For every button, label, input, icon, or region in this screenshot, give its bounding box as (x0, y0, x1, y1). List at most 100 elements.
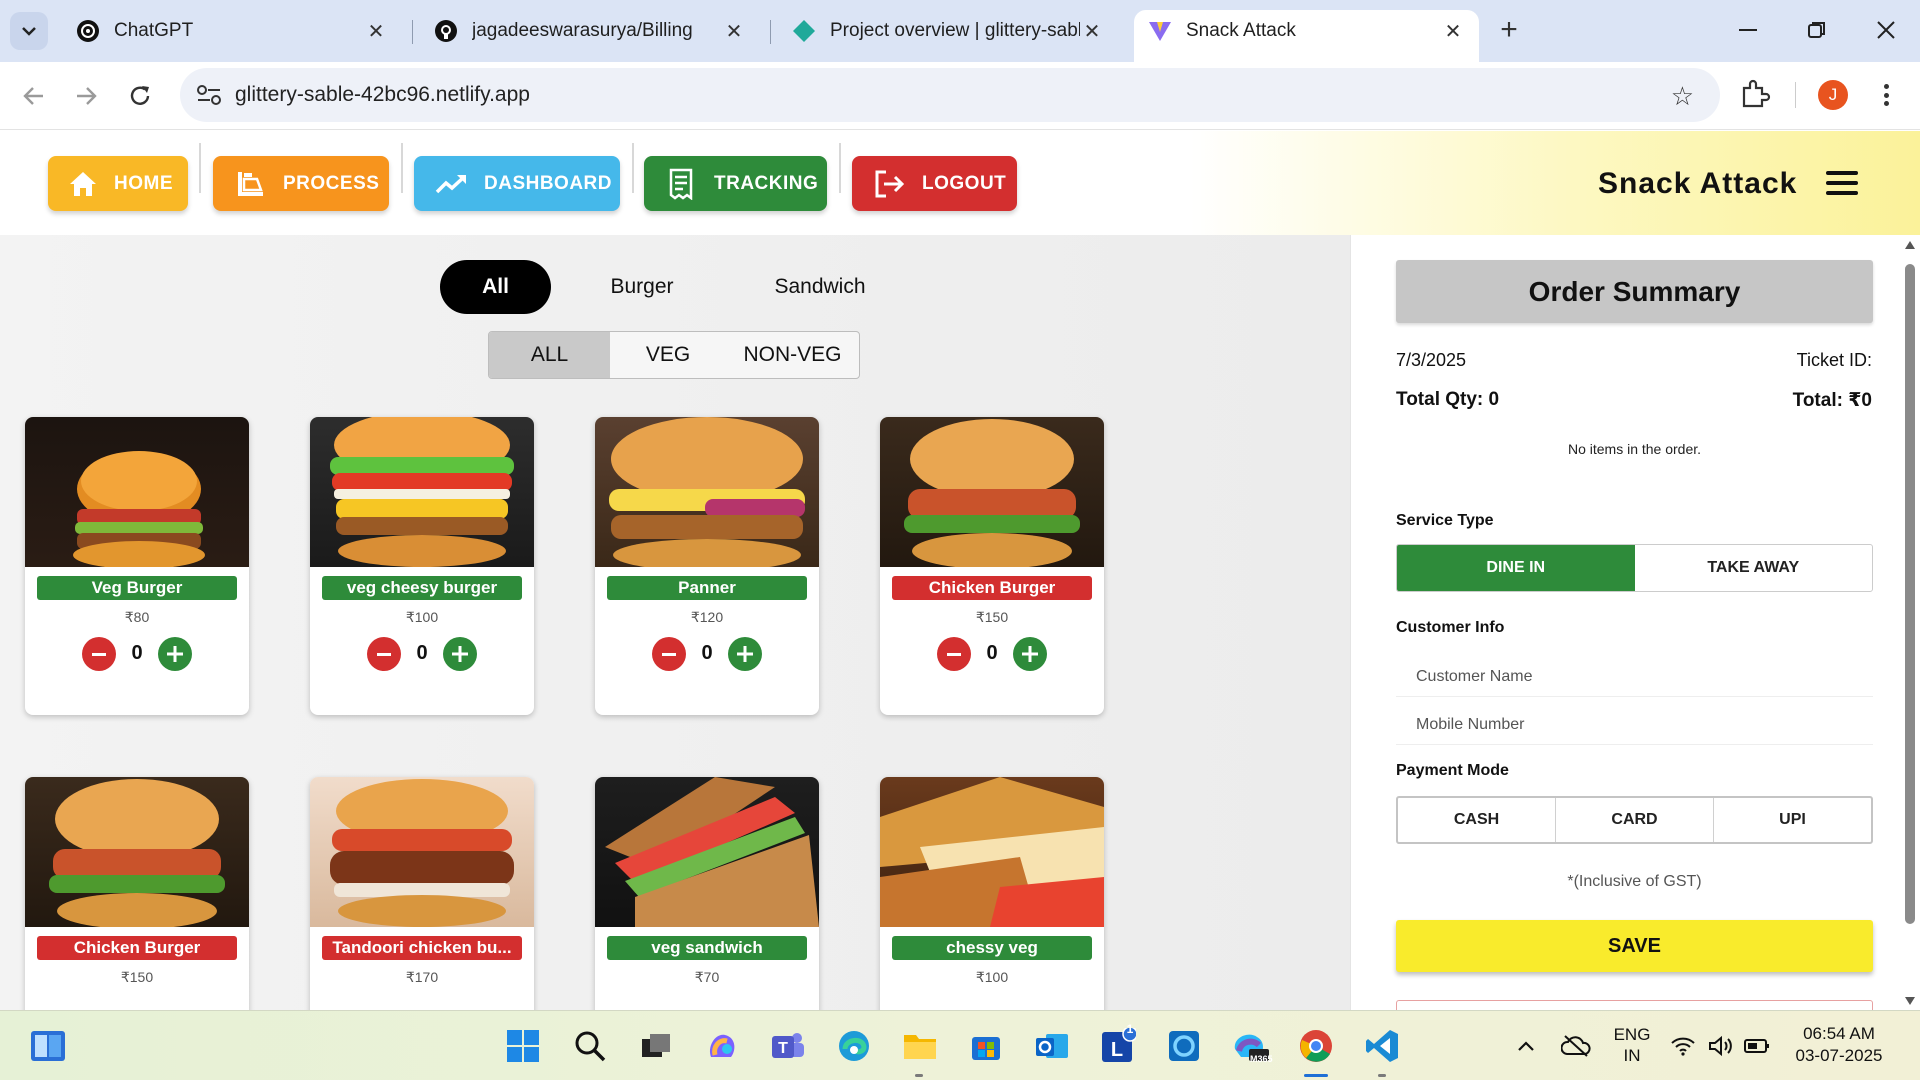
extensions-puzzle-icon[interactable] (1738, 78, 1772, 112)
close-tab-icon[interactable]: ✕ (364, 19, 388, 43)
decrease-quantity-button[interactable] (82, 637, 116, 671)
volume-icon[interactable] (1706, 1026, 1736, 1066)
plus-icon (737, 646, 753, 662)
payment-card-button[interactable]: CARD (1556, 798, 1714, 842)
mobile-number-input[interactable] (1396, 705, 1873, 745)
payment-cash-button[interactable]: CASH (1398, 798, 1556, 842)
tab-chatgpt[interactable]: ChatGPT ✕ (62, 10, 402, 52)
widgets-icon[interactable] (28, 1026, 68, 1066)
trending-up-icon (434, 167, 468, 201)
close-tab-icon[interactable]: ✕ (722, 19, 746, 43)
scroll-down-icon[interactable] (1904, 996, 1916, 1006)
menu-item-card[interactable]: veg cheesy burger ₹100 0 (310, 417, 534, 715)
category-tab-all[interactable]: All (440, 260, 551, 314)
chicken-burger-image (880, 417, 1104, 567)
decrease-quantity-button[interactable] (652, 637, 686, 671)
close-tab-icon[interactable]: ✕ (1441, 19, 1465, 43)
scrollbar-thumb[interactable] (1905, 264, 1915, 924)
search-icon[interactable] (570, 1026, 610, 1066)
clock[interactable]: 06:54 AM 03-07-2025 (1784, 1023, 1894, 1067)
menu-item-card[interactable]: Chicken Burger ₹150 (25, 777, 249, 1010)
input-language[interactable]: ENG IN (1610, 1024, 1654, 1066)
dine-in-button[interactable]: DINE IN (1397, 545, 1635, 591)
tab-github[interactable]: jagadeeswarasurya/Billing ✕ (420, 10, 760, 52)
app-header: HOME PROCESS DASHBOARD TRACKING LOGOUT S… (0, 131, 1920, 235)
increase-quantity-button[interactable] (443, 637, 477, 671)
start-windows-icon[interactable] (503, 1026, 543, 1066)
address-bar[interactable]: glittery-sable-42bc96.netlify.app ☆ (180, 68, 1720, 122)
partially-visible-button[interactable] (1396, 1000, 1873, 1010)
minus-icon (947, 652, 961, 656)
close-window-button[interactable] (1866, 12, 1906, 48)
scroll-up-icon[interactable] (1904, 240, 1916, 250)
category-tab-burger[interactable]: Burger (590, 260, 694, 314)
order-date: 7/3/2025 (1396, 350, 1467, 370)
payment-upi-button[interactable]: UPI (1714, 798, 1871, 842)
increase-quantity-button[interactable] (158, 637, 192, 671)
filter-nonveg-button[interactable]: NON-VEG (726, 332, 859, 378)
battery-icon[interactable] (1742, 1026, 1772, 1066)
nav-home-button[interactable]: HOME (48, 156, 188, 211)
take-away-button[interactable]: TAKE AWAY (1635, 545, 1873, 591)
menu-item-card[interactable]: Tandoori chicken bu... ₹170 (310, 777, 534, 1010)
wifi-icon[interactable] (1668, 1026, 1698, 1066)
reload-button[interactable] (122, 78, 158, 114)
tandoori-chicken-burger-image (310, 777, 534, 927)
url-text: glittery-sable-42bc96.netlify.app (235, 83, 530, 106)
restore-button[interactable] (1797, 12, 1837, 48)
menu-item-card[interactable]: Veg Burger ₹80 0 (25, 417, 249, 715)
category-tab-sandwich[interactable]: Sandwich (760, 260, 880, 314)
minus-icon (377, 652, 391, 656)
chrome-icon[interactable] (1296, 1026, 1336, 1066)
show-hidden-icons-chevron[interactable] (1506, 1026, 1546, 1066)
nav-tracking-button[interactable]: TRACKING (644, 156, 827, 211)
save-order-button[interactable]: SAVE (1396, 920, 1873, 972)
item-name: Veg Burger (37, 576, 237, 600)
cortana-app-icon[interactable] (1164, 1026, 1204, 1066)
bookmark-star-icon[interactable]: ☆ (1671, 81, 1694, 112)
browser-toolbar: glittery-sable-42bc96.netlify.app ☆ J (0, 62, 1920, 130)
vscode-icon[interactable] (1362, 1026, 1402, 1066)
item-price: ₹100 (405, 609, 439, 625)
empty-order-message: No items in the order. (1567, 441, 1702, 457)
site-settings-icon[interactable] (196, 83, 222, 107)
menu-item-card[interactable]: Panner ₹120 0 (595, 417, 819, 715)
increase-quantity-button[interactable] (1013, 637, 1047, 671)
language-code: ENG (1613, 1025, 1651, 1044)
profile-avatar[interactable]: J (1818, 80, 1848, 110)
menu-item-card[interactable]: Chicken Burger ₹150 0 (880, 417, 1104, 715)
menu-item-card[interactable]: chessy veg ₹100 (880, 777, 1104, 1010)
outlook-icon[interactable] (1032, 1026, 1072, 1066)
onedrive-offline-icon[interactable] (1556, 1026, 1596, 1066)
nav-logout-button[interactable]: LOGOUT (852, 156, 1017, 211)
file-explorer-icon[interactable] (900, 1026, 940, 1066)
teams-icon[interactable]: T (768, 1026, 808, 1066)
tab-netlify[interactable]: Project overview | glittery-sable ✕ (778, 10, 1118, 52)
increase-quantity-button[interactable] (728, 637, 762, 671)
hamburger-menu-icon[interactable] (1826, 171, 1858, 195)
minimize-button[interactable] (1728, 12, 1768, 48)
item-price: ₹150 (975, 609, 1009, 625)
back-button[interactable] (16, 78, 52, 114)
forward-button[interactable] (68, 78, 104, 114)
customer-name-input[interactable] (1396, 657, 1873, 697)
tab-search-dropdown[interactable] (10, 12, 48, 50)
menu-item-card[interactable]: veg sandwich ₹70 (595, 777, 819, 1010)
filter-veg-button[interactable]: VEG (610, 332, 726, 378)
new-tab-button[interactable]: + (1494, 15, 1524, 46)
microsoft-store-icon[interactable] (966, 1026, 1006, 1066)
decrease-quantity-button[interactable] (367, 637, 401, 671)
task-view-icon[interactable] (636, 1026, 676, 1066)
browser-menu-icon[interactable] (1876, 80, 1896, 110)
notification-badge: 1 (1126, 1022, 1134, 1036)
edge-icon[interactable] (834, 1026, 874, 1066)
tab-snack-attack[interactable]: Snack Attack ✕ (1134, 10, 1479, 62)
nav-process-button[interactable]: PROCESS (213, 156, 389, 211)
copilot-icon[interactable] (702, 1026, 742, 1066)
filter-all-button[interactable]: ALL (489, 332, 610, 378)
order-panel-scrollbar[interactable] (1903, 240, 1917, 1010)
nav-dashboard-button[interactable]: DASHBOARD (414, 156, 620, 211)
decrease-quantity-button[interactable] (937, 637, 971, 671)
close-tab-icon[interactable]: ✕ (1080, 19, 1104, 43)
item-quantity: 0 (986, 642, 998, 664)
